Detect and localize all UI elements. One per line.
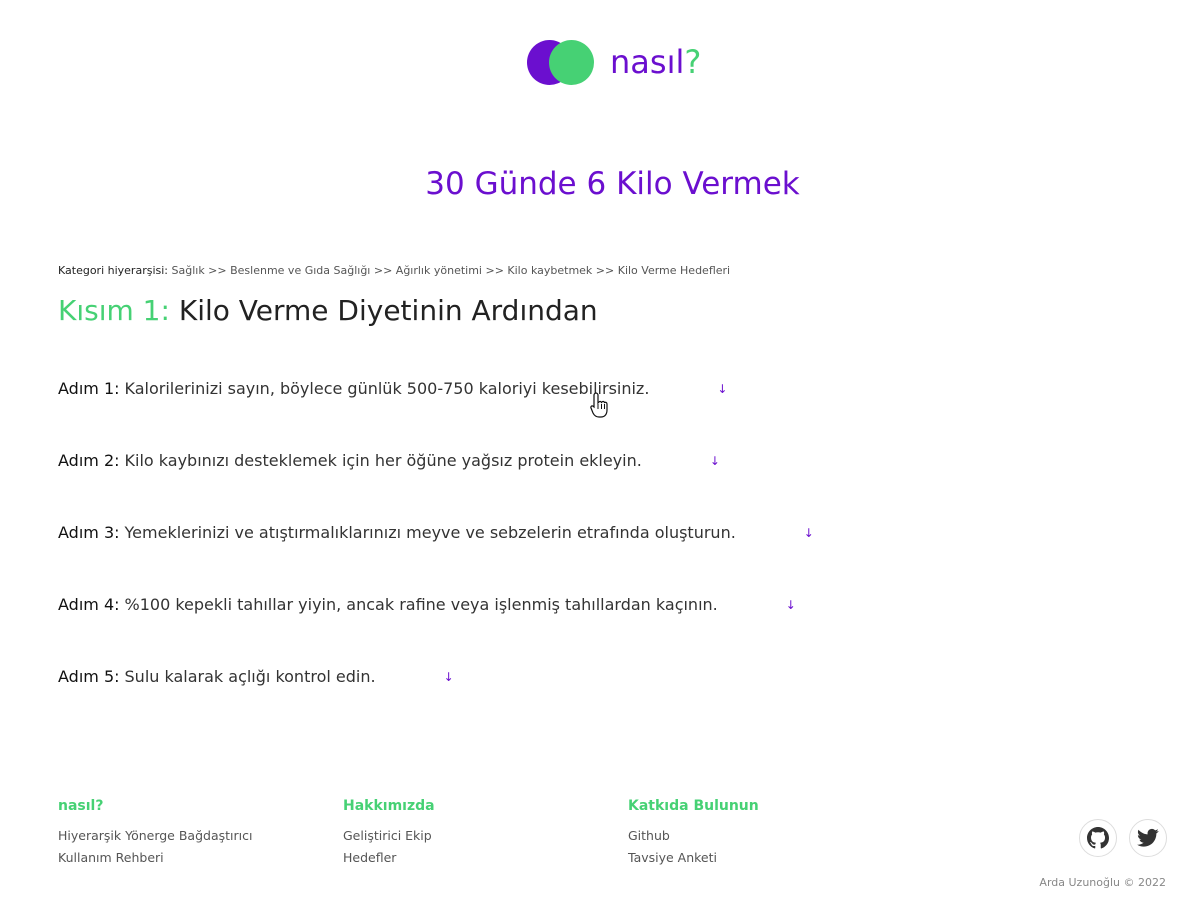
twitter-button[interactable] [1129, 819, 1167, 857]
logo-text: nasıl? [610, 43, 701, 81]
page: nasıl? 30 Günde 6 Kilo Vermek Kategori h… [0, 0, 1200, 900]
step-4: Adım 4: %100 kepekli tahıllar yiyin, anc… [58, 595, 796, 614]
footer-link[interactable]: Github [628, 828, 759, 843]
step-label: Adım 3: [58, 523, 120, 542]
expand-arrow-icon[interactable]: ↓ [717, 382, 727, 396]
step-5: Adım 5: Sulu kalarak açlığı kontrol edin… [58, 667, 454, 686]
footer-col-nasil: nasıl? Hiyerarşik Yönerge Bağdaştırıcı K… [58, 798, 252, 872]
page-title: 30 Günde 6 Kilo Vermek [425, 166, 800, 202]
footer-heading: Hakkımızda [343, 798, 435, 814]
footer-heading: Katkıda Bulunun [628, 798, 759, 814]
step-text: Kilo kaybınızı desteklemek için her öğün… [124, 451, 642, 470]
step-text: Yemeklerinizi ve atıştırmalıklarınızı me… [124, 523, 736, 542]
logo-word: nasıl [610, 43, 685, 81]
step-text: Kalorilerinizi sayın, böylece günlük 500… [124, 379, 650, 398]
step-label: Adım 2: [58, 451, 120, 470]
footer-link[interactable]: Hedefler [343, 850, 435, 865]
step-1: Adım 1: Kalorilerinizi sayın, böylece gü… [58, 379, 727, 398]
section-title: Kilo Verme Diyetinin Ardından [178, 294, 598, 327]
section-heading: Kısım 1: Kilo Verme Diyetinin Ardından [58, 294, 598, 327]
github-icon [1087, 827, 1109, 849]
expand-arrow-icon[interactable]: ↓ [710, 454, 720, 468]
footer-col-contribute: Katkıda Bulunun Github Tavsiye Anketi [628, 798, 759, 872]
footer-link[interactable]: Tavsiye Anketi [628, 850, 759, 865]
hand-cursor-icon [590, 392, 608, 418]
footer-link[interactable]: Kullanım Rehberi [58, 850, 252, 865]
breadcrumb-path[interactable]: Sağlık >> Beslenme ve Gıda Sağlığı >> Ağ… [172, 264, 731, 277]
github-button[interactable] [1079, 819, 1117, 857]
step-2: Adım 2: Kilo kaybınızı desteklemek için … [58, 451, 720, 470]
step-text: %100 kepekli tahıllar yiyin, ancak rafin… [124, 595, 718, 614]
step-label: Adım 4: [58, 595, 120, 614]
twitter-icon [1137, 828, 1159, 847]
footer-heading: nasıl? [58, 798, 104, 814]
footer-link[interactable]: Geliştirici Ekip [343, 828, 435, 843]
step-3: Adım 3: Yemeklerinizi ve atıştırmalıklar… [58, 523, 814, 542]
step-label: Adım 5: [58, 667, 120, 686]
expand-arrow-icon[interactable]: ↓ [444, 670, 454, 684]
step-label: Adım 1: [58, 379, 120, 398]
copyright: Arda Uzunoğlu © 2022 [1039, 876, 1166, 889]
footer-col-about: Hakkımızda Geliştirici Ekip Hedefler [343, 798, 435, 872]
logo[interactable]: nasıl? [527, 38, 701, 86]
breadcrumb-label: Kategori hiyerarşisi: [58, 264, 168, 277]
logo-question-mark: ? [684, 43, 702, 81]
step-text: Sulu kalarak açlığı kontrol edin. [124, 667, 376, 686]
logo-circle-green [549, 40, 594, 85]
footer-link[interactable]: Hiyerarşik Yönerge Bağdaştırıcı [58, 828, 252, 843]
expand-arrow-icon[interactable]: ↓ [786, 598, 796, 612]
breadcrumb: Kategori hiyerarşisi: Sağlık >> Beslenme… [58, 264, 730, 277]
logo-mark-icon [527, 38, 595, 86]
expand-arrow-icon[interactable]: ↓ [804, 526, 814, 540]
section-prefix: Kısım 1: [58, 294, 170, 327]
